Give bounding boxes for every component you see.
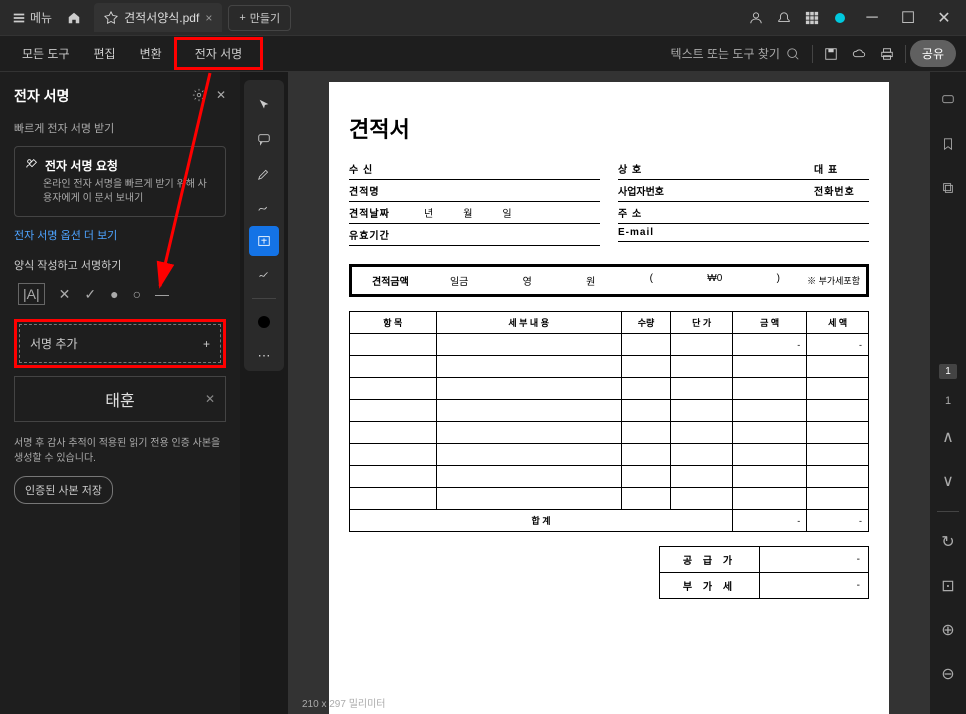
bell-icon <box>777 11 791 25</box>
select-tool[interactable] <box>249 90 279 120</box>
page-dimensions: 210 x 297 밀리미터 <box>302 695 386 710</box>
title-bar: 메뉴 견적서양식.pdf × + 만들기 ─ ☐ ✕ <box>0 0 966 36</box>
down-button[interactable]: ∨ <box>934 467 962 495</box>
minimize-button[interactable]: ─ <box>854 4 890 32</box>
print-icon <box>880 47 894 61</box>
maximize-button[interactable]: ☐ <box>890 4 926 32</box>
share-button[interactable]: 공유 <box>910 40 956 67</box>
accent-indicator[interactable] <box>826 4 854 32</box>
home-button[interactable] <box>60 4 88 32</box>
doc-title: 견적서 <box>349 112 869 144</box>
right-rail: 1 1 ∧ ∨ ↻ ⊡ ⊕ ⊖ <box>930 72 966 714</box>
tab-title: 견적서양식.pdf <box>124 9 199 26</box>
edit-tab[interactable]: 편집 <box>82 37 128 70</box>
panel-title: 전자 서명 <box>14 86 69 106</box>
up-button[interactable]: ∧ <box>934 423 962 451</box>
panel-close-button[interactable]: ✕ <box>216 88 226 105</box>
user-icon <box>749 11 763 25</box>
highlight-tool[interactable] <box>249 158 279 188</box>
search-box[interactable]: 텍스트 또는 도구 찾기 <box>663 41 808 66</box>
comment-tool[interactable] <box>249 124 279 154</box>
check-tool[interactable]: ✓ <box>84 286 96 303</box>
search-placeholder: 텍스트 또는 도구 찾기 <box>671 45 780 62</box>
cloud-icon <box>852 47 866 61</box>
circle-tool[interactable]: ○ <box>133 286 141 302</box>
document-tab[interactable]: 견적서양식.pdf × <box>94 3 222 32</box>
tool-bar: 모든 도구 편집 변환 전자 서명 텍스트 또는 도구 찾기 공유 <box>0 36 966 72</box>
sign-side-panel: 전자 서명 ✕ 빠르게 전자 서명 받기 전자 서명 요청 온라인 전자 서명을… <box>0 72 240 714</box>
fill-tools: |A| ✕ ✓ ● ○ — <box>14 283 226 305</box>
user-button[interactable] <box>742 4 770 32</box>
highlight-icon <box>257 166 271 180</box>
pen-user-icon <box>25 157 39 171</box>
summary-table: 공 급 가- 부 가 세- <box>659 546 869 599</box>
sign-icon <box>257 268 271 282</box>
search-icon <box>786 47 800 61</box>
fill-sign-label: 양식 작성하고 서명하기 <box>14 257 226 273</box>
text-tool[interactable]: |A| <box>18 283 45 305</box>
rotate-button[interactable]: ↻ <box>934 528 962 556</box>
chat-button[interactable] <box>934 86 962 114</box>
all-tools-tab[interactable]: 모든 도구 <box>10 37 82 70</box>
zoom-out-button[interactable]: ⊖ <box>934 660 962 688</box>
color-tool[interactable] <box>249 307 279 337</box>
save-button[interactable] <box>817 40 845 68</box>
page-goto[interactable]: 1 <box>945 395 951 407</box>
page-indicator[interactable]: 1 <box>939 364 957 379</box>
close-window-button[interactable]: ✕ <box>926 4 962 32</box>
home-icon <box>67 11 81 25</box>
signature-remove-button[interactable]: ✕ <box>205 392 215 406</box>
document-page: 견적서 수 신 견적명 견적날짜년월일 유효기간 상 호대 표 사업자번호전화번… <box>329 82 889 714</box>
sign-tool[interactable] <box>249 260 279 290</box>
menu-button[interactable]: 메뉴 <box>4 5 60 30</box>
notification-button[interactable] <box>770 4 798 32</box>
sign-tab[interactable]: 전자 서명 <box>174 37 264 70</box>
copy-button[interactable] <box>934 174 962 202</box>
draw-tool[interactable] <box>249 192 279 222</box>
settings-button[interactable] <box>192 88 206 105</box>
copy-icon <box>941 181 955 195</box>
draw-icon <box>257 200 271 214</box>
cloud-button[interactable] <box>845 40 873 68</box>
grid-icon <box>805 11 819 25</box>
new-tab-button[interactable]: + 만들기 <box>228 5 291 31</box>
dot-tool[interactable]: ● <box>110 286 118 302</box>
gear-icon <box>192 88 206 102</box>
zoom-fit-button[interactable]: ⊡ <box>934 572 962 600</box>
plus-icon: + <box>239 12 245 24</box>
zoom-in-button[interactable]: ⊕ <box>934 616 962 644</box>
convert-tab[interactable]: 변환 <box>128 37 174 70</box>
document-viewport[interactable]: 견적서 수 신 견적명 견적날짜년월일 유효기간 상 호대 표 사업자번호전화번… <box>288 72 930 714</box>
quick-sign-label: 빠르게 전자 서명 받기 <box>14 120 226 136</box>
plus-icon: + <box>203 337 210 351</box>
request-signature-card[interactable]: 전자 서명 요청 온라인 전자 서명을 빠르게 받기 위해 사용자에게 이 문서… <box>14 146 226 217</box>
save-certified-copy-button[interactable]: 인증된 사본 저장 <box>14 476 113 504</box>
more-options-link[interactable]: 전자 서명 옵션 더 보기 <box>14 227 226 243</box>
tab-close-button[interactable]: × <box>205 11 212 25</box>
vertical-toolbar: ⋯ <box>244 80 284 371</box>
text-box-tool[interactable] <box>249 226 279 256</box>
hamburger-icon <box>12 11 26 25</box>
text-box-icon <box>257 234 271 248</box>
signature-entry[interactable]: 태훈 ✕ <box>14 376 226 422</box>
print-button[interactable] <box>873 40 901 68</box>
menu-label: 메뉴 <box>30 9 52 26</box>
cursor-icon <box>257 98 271 112</box>
save-icon <box>824 47 838 61</box>
amount-box: 견적금액 일금 영 원 ( ₩0 ) ※ 부가세포함 <box>349 264 869 297</box>
comment-icon <box>257 132 271 146</box>
more-tools[interactable]: ⋯ <box>249 341 279 371</box>
line-tool[interactable]: — <box>155 286 169 302</box>
bookmark-icon <box>941 137 955 151</box>
chat-icon <box>941 93 955 107</box>
audit-text: 서명 후 감사 추적이 적용된 읽기 전용 인증 사본을 생성할 수 있습니다. <box>14 436 226 466</box>
x-tool[interactable]: ✕ <box>59 286 71 303</box>
bookmark-button[interactable] <box>934 130 962 158</box>
star-icon <box>104 11 118 25</box>
add-signature-button[interactable]: 서명 추가 + <box>19 324 221 363</box>
apps-button[interactable] <box>798 4 826 32</box>
items-table: 항 목 세 부 내 용 수량 단 가 금 액 세 액 -- 합 계-- <box>349 311 869 532</box>
